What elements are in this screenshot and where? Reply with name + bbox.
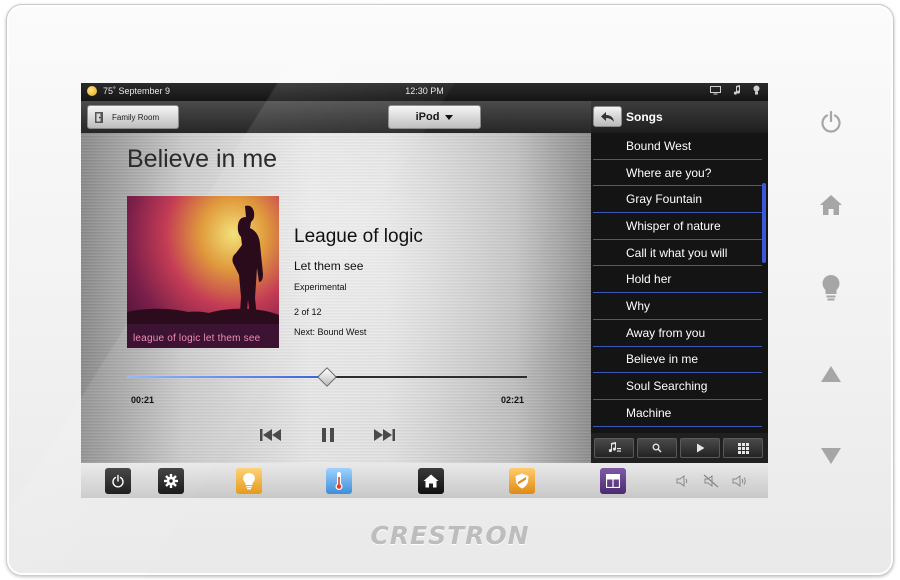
track-number: 2 of 12 <box>294 307 322 317</box>
music-note-icon[interactable] <box>733 85 741 95</box>
source-select-button[interactable]: iPod <box>388 105 481 129</box>
mute-icon <box>703 474 719 488</box>
volume-up-button[interactable] <box>731 474 749 488</box>
bulb-status-icon[interactable] <box>753 85 760 95</box>
album-name: Let them see <box>294 259 364 273</box>
music-options-icon <box>608 442 621 453</box>
brand-logo: CRESTRON <box>370 521 530 550</box>
dropdown-arrow-icon <box>445 114 454 120</box>
progress-bar[interactable] <box>127 367 527 387</box>
monitor-icon[interactable] <box>710 85 721 95</box>
hw-up-button[interactable] <box>816 359 846 389</box>
progress-knob[interactable] <box>317 367 337 387</box>
room-label: Family Room <box>112 112 160 122</box>
pause-icon <box>322 428 334 442</box>
crowd-silhouette <box>127 286 279 326</box>
song-list-item[interactable]: Machine <box>593 400 762 427</box>
back-button[interactable] <box>593 106 622 127</box>
next-button[interactable] <box>371 426 397 444</box>
volume-down-icon <box>676 475 688 487</box>
hw-down-button[interactable] <box>816 441 846 471</box>
next-track: Next: Bound West <box>294 327 367 337</box>
home-button[interactable] <box>418 468 444 494</box>
song-list-item[interactable]: Why <box>593 293 762 320</box>
song-list: Bound West Where are you? Gray Fountain Whi… <box>593 133 762 427</box>
up-arrow-icon <box>821 366 841 382</box>
grid-view-button[interactable] <box>723 438 763 458</box>
pause-button[interactable] <box>315 426 341 444</box>
security-button[interactable] <box>509 468 535 494</box>
lights-button[interactable] <box>236 468 262 494</box>
touch-screen: 75˚ September 9 12:30 PM Family Room iPo… <box>81 83 768 498</box>
song-list-item[interactable]: Gray Fountain <box>593 186 762 214</box>
scrollbar[interactable] <box>762 133 766 423</box>
song-list-item[interactable]: Where are you? <box>593 160 762 187</box>
source-label: iPod <box>415 111 440 123</box>
home-icon <box>423 474 439 488</box>
volume-down-button[interactable] <box>674 474 692 488</box>
genre: Experimental <box>294 282 347 292</box>
song-list-item[interactable]: Hold her <box>593 266 762 294</box>
shades-icon <box>606 474 620 488</box>
lightbulb-icon <box>822 274 840 301</box>
next-icon <box>374 429 395 441</box>
top-bar: Family Room iPod <box>81 101 591 133</box>
settings-button[interactable] <box>158 468 184 494</box>
lights-icon <box>243 472 255 490</box>
previous-icon <box>260 429 281 441</box>
status-bar: 75˚ September 9 12:30 PM <box>81 83 768 101</box>
song-list-item[interactable]: Away from you <box>593 320 762 347</box>
artist-name: League of logic <box>294 226 423 247</box>
song-list-item[interactable]: Believe in me <box>593 347 762 374</box>
clock: 12:30 PM <box>405 86 444 96</box>
song-list-item[interactable]: Call it what you will <box>593 240 762 267</box>
hw-power-button[interactable] <box>816 107 846 137</box>
climate-button[interactable] <box>326 468 352 494</box>
search-icon <box>652 443 662 453</box>
song-list-item[interactable]: Whisper of nature <box>593 213 762 240</box>
play-icon <box>696 443 704 453</box>
bottom-bar <box>81 463 768 498</box>
security-icon <box>515 473 529 489</box>
elapsed-time: 00:21 <box>131 395 155 405</box>
songs-header: Songs <box>591 101 768 133</box>
power-icon <box>821 110 841 133</box>
hw-home-button[interactable] <box>816 190 846 220</box>
room-select-button[interactable]: Family Room <box>87 105 179 129</box>
album-art-text: league of logic let them see <box>133 333 261 344</box>
hw-lights-button[interactable] <box>816 273 846 303</box>
gear-icon <box>164 474 178 488</box>
play-button[interactable] <box>680 438 720 458</box>
door-icon <box>95 111 103 123</box>
mute-button[interactable] <box>702 474 720 488</box>
progress-fill <box>127 376 327 378</box>
home-icon <box>820 195 842 215</box>
now-playing-title: Believe in me <box>127 145 278 173</box>
power-button[interactable] <box>105 468 131 494</box>
status-icons <box>710 85 760 95</box>
previous-button[interactable] <box>258 426 284 444</box>
songs-panel: Songs Bound West Where are you? Gray Fount… <box>591 101 768 463</box>
scroll-thumb[interactable] <box>762 183 766 263</box>
grid-icon <box>737 442 749 454</box>
thermostat-icon <box>335 472 343 490</box>
songs-title: Songs <box>626 110 663 124</box>
shades-button[interactable] <box>600 468 626 494</box>
song-list-item[interactable]: Bound West <box>593 133 762 160</box>
search-button[interactable] <box>637 438 677 458</box>
power-icon <box>112 474 124 488</box>
song-tools <box>591 433 768 463</box>
back-arrow-icon <box>600 111 614 122</box>
total-time: 02:21 <box>501 395 525 405</box>
volume-up-icon <box>732 475 746 487</box>
album-art: league of logic let them see <box>127 196 279 348</box>
down-arrow-icon <box>821 448 841 464</box>
music-options-button[interactable] <box>594 438 634 458</box>
song-list-item[interactable]: Soul Searching <box>593 373 762 400</box>
now-playing-panel: Believe in me league of logic let them s… <box>81 133 591 463</box>
